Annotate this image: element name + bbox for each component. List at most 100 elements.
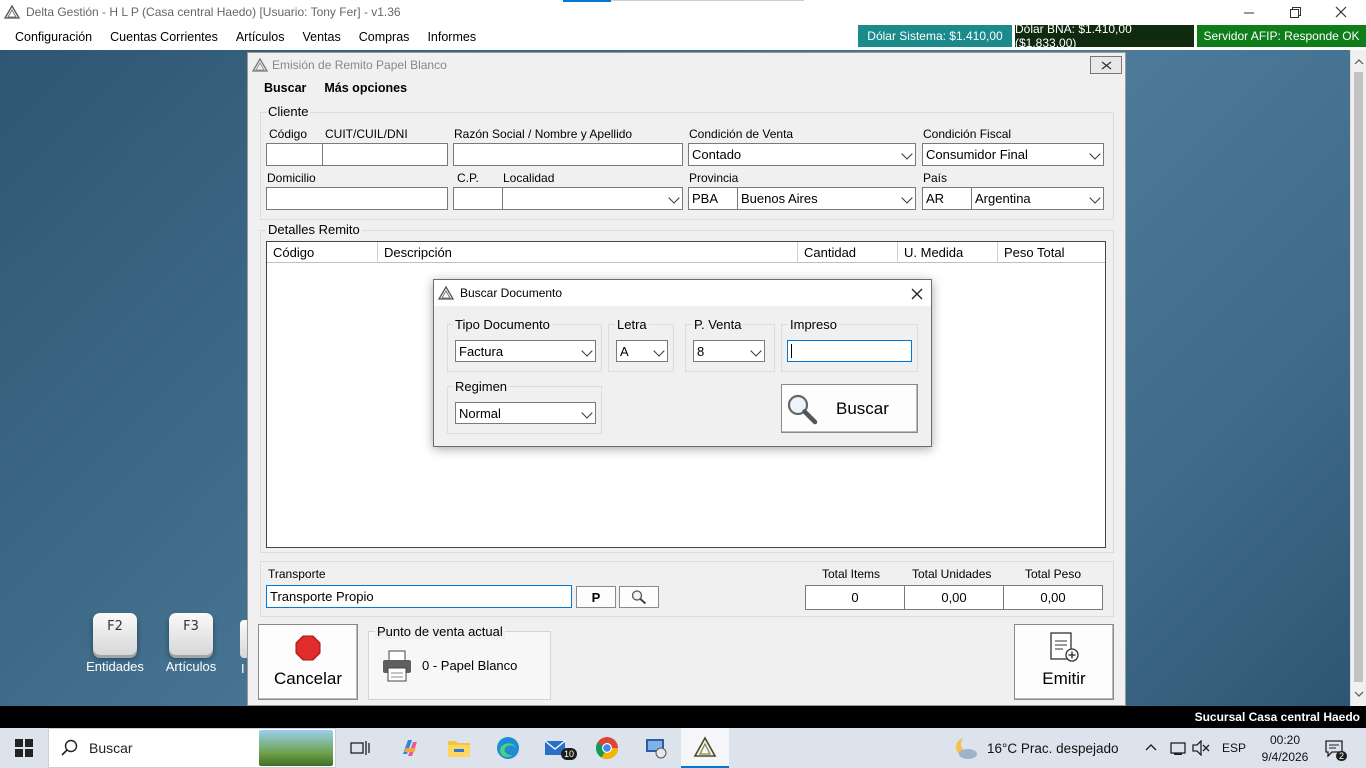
weather-moon-icon xyxy=(956,736,977,759)
menu-compras[interactable]: Compras xyxy=(350,30,419,44)
col-codigo[interactable]: Código xyxy=(267,242,378,263)
language-indicator[interactable]: ESP xyxy=(1222,741,1246,755)
search-highlight-image xyxy=(259,730,333,766)
domicilio-input[interactable] xyxy=(266,187,448,210)
col-cantidad[interactable]: Cantidad xyxy=(798,242,898,263)
total-peso-label: Total Peso xyxy=(1025,567,1082,581)
impreso-label: Impreso xyxy=(788,317,839,332)
edge-button[interactable] xyxy=(484,728,532,768)
impreso-input[interactable] xyxy=(787,340,912,362)
localidad-select[interactable] xyxy=(502,187,683,210)
emitir-button[interactable]: Emitir xyxy=(1014,624,1114,700)
total-unidades-label: Total Unidades xyxy=(912,567,992,581)
mail-button[interactable]: 10 xyxy=(533,728,581,768)
col-descripcion[interactable]: Descripción xyxy=(378,242,798,263)
tipo-documento-label: Tipo Documento xyxy=(453,317,552,332)
dolar-sistema-badge: Dólar Sistema: $1.410,00 xyxy=(858,25,1012,47)
chevron-down-icon xyxy=(664,188,682,209)
transporte-search-button[interactable] xyxy=(619,586,659,608)
chrome-button[interactable] xyxy=(583,728,631,768)
condicion-venta-value: Contado xyxy=(692,147,742,162)
pventa-select[interactable]: 8 xyxy=(693,340,765,362)
task-view-button[interactable] xyxy=(336,728,384,768)
chevron-up-icon[interactable] xyxy=(1144,741,1158,753)
weather-text[interactable]: 16°C Prac. despejado xyxy=(987,741,1118,756)
buscar-link[interactable]: Buscar xyxy=(264,81,306,95)
mas-opciones-link[interactable]: Más opciones xyxy=(324,81,407,95)
regimen-select[interactable]: Normal xyxy=(455,402,596,424)
delta-logo-icon xyxy=(252,58,268,72)
app-title: Delta Gestión - H L P (Casa central Haed… xyxy=(26,5,401,19)
total-items-label: Total Items xyxy=(822,567,881,581)
restore-button[interactable] xyxy=(1272,0,1318,24)
cp-input[interactable] xyxy=(453,187,504,210)
cancelar-button[interactable]: Cancelar xyxy=(258,624,358,700)
menu-informes[interactable]: Informes xyxy=(418,30,485,44)
shortcut-entidades-label: Entidades xyxy=(86,659,144,674)
remote-app-button[interactable] xyxy=(632,728,680,768)
letra-select[interactable]: A xyxy=(616,340,668,362)
remito-window-title: Emisión de Remito Papel Blanco xyxy=(272,58,447,72)
speaker-muted-icon[interactable] xyxy=(1192,740,1210,756)
scroll-thumb[interactable] xyxy=(1354,72,1363,682)
provincia-select[interactable]: Buenos Aires xyxy=(737,187,916,210)
cancelar-label: Cancelar xyxy=(273,669,343,688)
tipo-documento-select[interactable]: Factura xyxy=(455,340,596,362)
condicion-fiscal-select[interactable]: Consumidor Final xyxy=(922,143,1104,166)
delta-gestion-taskbar-button[interactable] xyxy=(681,728,729,768)
chrome-icon xyxy=(596,737,618,759)
clock-date[interactable]: 9/4/2026 xyxy=(1255,750,1315,764)
f3-key-icon: F3 xyxy=(169,613,213,655)
dialog-buscar-button[interactable]: Buscar xyxy=(781,384,918,433)
dialog-title: Buscar Documento xyxy=(460,286,563,300)
provincia-code-input[interactable]: PBA xyxy=(688,187,739,210)
sucursal-text: Sucursal Casa central Haedo xyxy=(1194,710,1360,724)
remito-window-titlebar: Emisión de Remito Papel Blanco xyxy=(248,53,1125,77)
taskbar-search-box[interactable]: Buscar xyxy=(48,728,336,768)
pais-code-input[interactable]: AR xyxy=(922,187,973,210)
minimize-button[interactable] xyxy=(1226,0,1272,24)
transporte-input[interactable]: Transporte Propio xyxy=(266,585,572,608)
close-button[interactable] xyxy=(1318,0,1364,24)
emitir-label: Emitir xyxy=(1042,669,1086,688)
copilot-button[interactable] xyxy=(386,728,434,768)
menu-configuracion[interactable]: Configuración xyxy=(6,30,101,44)
punto-venta-value: 0 - Papel Blanco xyxy=(422,658,518,673)
start-button[interactable] xyxy=(0,728,48,768)
menu-ventas[interactable]: Ventas xyxy=(293,30,349,44)
provincia-value: Buenos Aires xyxy=(741,191,818,206)
dialog-buscar-label: Buscar xyxy=(836,398,889,418)
form-toolbar: Buscar Más opciones xyxy=(264,81,407,95)
edge-icon xyxy=(497,737,519,759)
menu-cuentas-corrientes[interactable]: Cuentas Corrientes xyxy=(101,30,227,44)
remito-close-button[interactable] xyxy=(1090,56,1122,74)
network-icon[interactable] xyxy=(1168,740,1188,756)
shortcut-articulos-label: Artículos xyxy=(165,659,217,674)
title-accent xyxy=(563,0,611,2)
printer-icon xyxy=(383,650,411,682)
col-unidad-medida[interactable]: U. Medida xyxy=(898,242,998,263)
clock-time[interactable]: 00:20 xyxy=(1265,733,1305,747)
shortcut-articulos[interactable]: F3 Artículos xyxy=(158,613,224,674)
shortcut-entidades[interactable]: F2 Entidades xyxy=(82,613,148,674)
cuit-input[interactable] xyxy=(322,143,448,166)
col-peso-total[interactable]: Peso Total xyxy=(998,242,1105,263)
transporte-p-button[interactable]: P xyxy=(576,586,616,608)
condicion-venta-select[interactable]: Contado xyxy=(688,143,916,166)
tipo-documento-value: Factura xyxy=(459,344,504,359)
menu-articulos[interactable]: Artículos xyxy=(227,30,294,44)
letra-label: Letra xyxy=(615,317,649,332)
search-icon xyxy=(631,590,647,605)
chevron-down-icon xyxy=(577,341,595,362)
pais-select[interactable]: Argentina xyxy=(971,187,1104,210)
total-unidades-value: 0,00 xyxy=(904,585,1004,610)
chevron-down-icon xyxy=(649,341,667,362)
file-explorer-button[interactable] xyxy=(435,728,483,768)
mdi-scrollbar[interactable] xyxy=(1350,50,1366,706)
localidad-label: Localidad xyxy=(503,171,555,185)
dialog-close-button[interactable] xyxy=(911,284,923,305)
codigo-input[interactable] xyxy=(266,143,323,166)
transporte-label: Transporte xyxy=(268,567,326,581)
razon-social-input[interactable] xyxy=(453,143,683,166)
windows-icon xyxy=(15,739,33,757)
